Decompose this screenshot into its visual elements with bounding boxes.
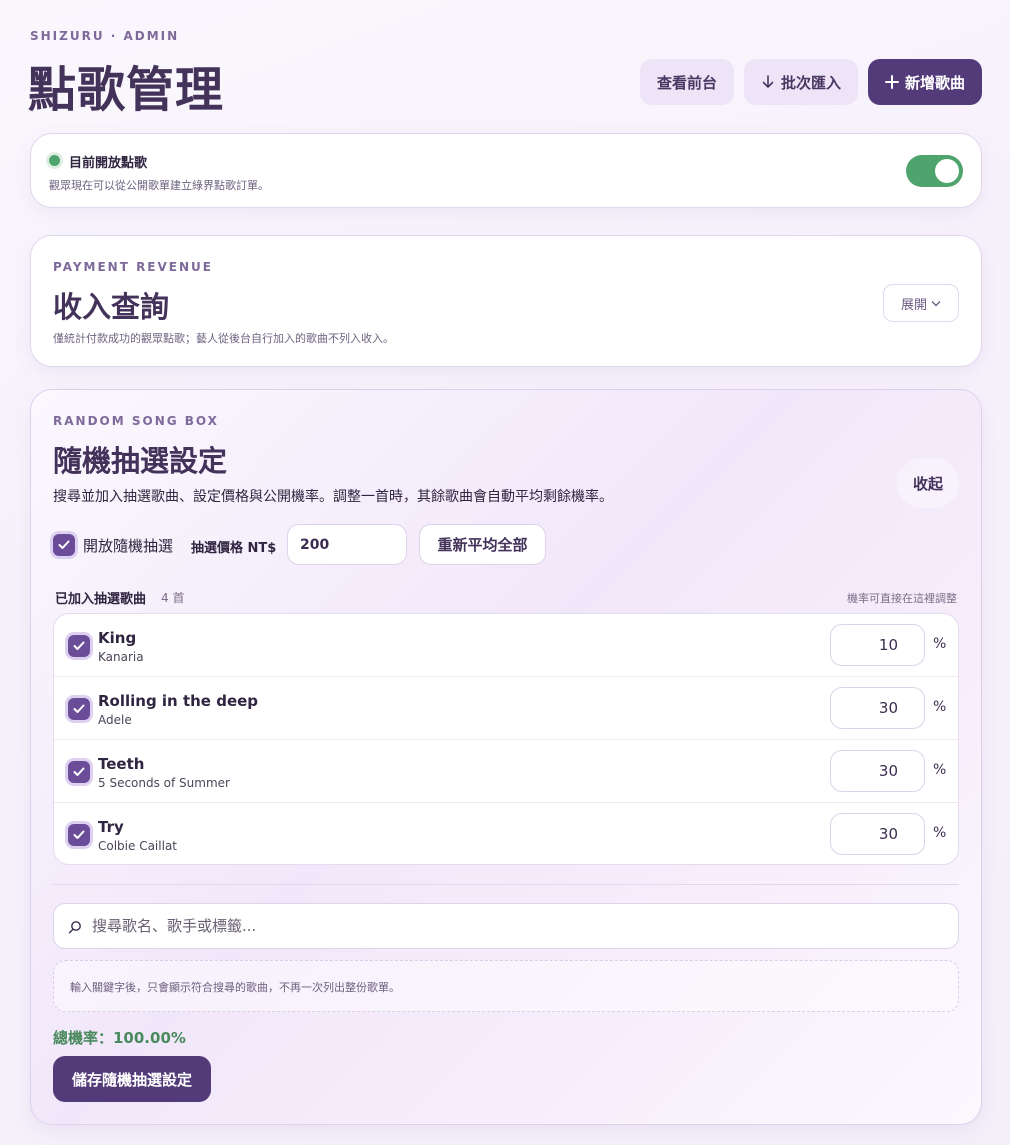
page-eyebrow: SHIZURU · ADMIN	[30, 29, 180, 43]
song-checkbox[interactable]	[68, 824, 90, 846]
expand-label: 展開	[900, 297, 927, 313]
status-dot-icon	[49, 155, 60, 166]
selected-songs-list: King Kanaria % Rolling in the deep Adele…	[53, 613, 959, 865]
enable-random-checkbox[interactable]	[53, 534, 75, 556]
song-checkbox[interactable]	[68, 635, 90, 657]
song-checkbox[interactable]	[68, 698, 90, 720]
enable-random-label: 開放隨機抽選	[83, 537, 174, 555]
song-row: Teeth 5 Seconds of Summer %	[54, 740, 958, 803]
probability-adjust-hint: 機率可直接在這裡調整	[847, 592, 957, 605]
random-box-eyebrow: RANDOM SONG BOX	[53, 414, 219, 428]
percent-sign: %	[933, 636, 947, 652]
search-hint: 輸入關鍵字後，只會顯示符合搜尋的歌曲，不再一次列出整份歌單。	[70, 981, 400, 994]
percent-sign: %	[933, 762, 947, 778]
check-icon	[73, 767, 85, 776]
probability-input[interactable]	[830, 624, 925, 666]
status-description: 觀眾現在可以從公開歌單建立綠界點歌訂單。	[49, 179, 269, 192]
percent-sign: %	[933, 699, 947, 715]
revenue-expand-button[interactable]: 展開	[883, 284, 959, 322]
price-label: 抽選價格 NT$	[191, 541, 277, 556]
status-title: 目前開放點歌	[69, 156, 148, 171]
selected-songs-count: 4 首	[161, 591, 185, 605]
search-icon	[68, 921, 81, 934]
song-checkbox[interactable]	[68, 761, 90, 783]
song-artist: Kanaria	[98, 650, 144, 664]
download-arrow-icon	[762, 74, 774, 88]
song-title: King	[98, 629, 137, 647]
revenue-eyebrow: PAYMENT REVENUE	[53, 260, 213, 274]
add-song-button[interactable]: 新增歌曲	[868, 59, 982, 105]
revenue-title: 收入查詢	[53, 290, 170, 324]
reaverage-all-button[interactable]: 重新平均全部	[419, 524, 546, 565]
total-probability: 總機率：100.00%	[53, 1029, 186, 1047]
revenue-note: 僅統計付款成功的觀眾點歌；藝人從後台自行加入的歌曲不列入收入。	[53, 332, 394, 345]
view-frontend-button[interactable]: 查看前台	[640, 59, 734, 105]
plus-icon	[884, 75, 899, 89]
song-title: Try	[98, 818, 124, 836]
toggle-knob	[935, 159, 959, 183]
random-song-box-card: RANDOM SONG BOX 隨機抽選設定 搜尋並加入抽選歌曲、設定價格與公開…	[30, 389, 982, 1125]
check-icon	[73, 830, 85, 839]
song-row: Rolling in the deep Adele %	[54, 677, 958, 740]
price-input[interactable]	[287, 524, 407, 565]
song-artist: Colbie Caillat	[98, 839, 177, 853]
probability-input[interactable]	[830, 813, 925, 855]
percent-sign: %	[933, 825, 947, 841]
page-title: 點歌管理	[28, 62, 225, 118]
check-icon	[58, 540, 70, 549]
song-artist: Adele	[98, 713, 132, 727]
view-frontend-label: 查看前台	[656, 73, 717, 92]
song-row: King Kanaria %	[54, 614, 958, 677]
song-title: Rolling in the deep	[98, 692, 259, 710]
selected-songs-label: 已加入抽選歌曲	[55, 592, 147, 607]
add-song-label: 新增歌曲	[904, 73, 965, 92]
chevron-down-icon	[931, 300, 941, 306]
collapse-button[interactable]: 收起	[897, 458, 959, 508]
save-random-settings-button[interactable]: 儲存隨機抽選設定	[53, 1056, 211, 1102]
song-title: Teeth	[98, 755, 145, 773]
revenue-card: PAYMENT REVENUE 收入查詢 僅統計付款成功的觀眾點歌；藝人從後台自…	[30, 235, 982, 367]
song-search-box[interactable]	[53, 903, 959, 949]
search-hint-box: 輸入關鍵字後，只會顯示符合搜尋的歌曲，不再一次列出整份歌單。	[53, 960, 959, 1012]
check-icon	[73, 704, 85, 713]
probability-input[interactable]	[830, 687, 925, 729]
song-request-toggle[interactable]	[906, 155, 963, 187]
batch-import-label: 批次匯入	[780, 73, 841, 92]
section-divider	[53, 884, 959, 885]
song-search-input[interactable]	[92, 904, 942, 948]
batch-import-button[interactable]: 批次匯入	[744, 59, 858, 105]
song-row: Try Colbie Caillat %	[54, 803, 958, 866]
song-artist: 5 Seconds of Summer	[98, 776, 230, 790]
check-icon	[73, 641, 85, 650]
random-box-title: 隨機抽選設定	[53, 444, 228, 478]
song-request-status-card: 目前開放點歌 觀眾現在可以從公開歌單建立綠界點歌訂單。	[30, 133, 982, 208]
random-box-description: 搜尋並加入抽選歌曲、設定價格與公開機率。調整一首時，其餘歌曲會自動平均剩餘機率。	[53, 489, 613, 505]
probability-input[interactable]	[830, 750, 925, 792]
